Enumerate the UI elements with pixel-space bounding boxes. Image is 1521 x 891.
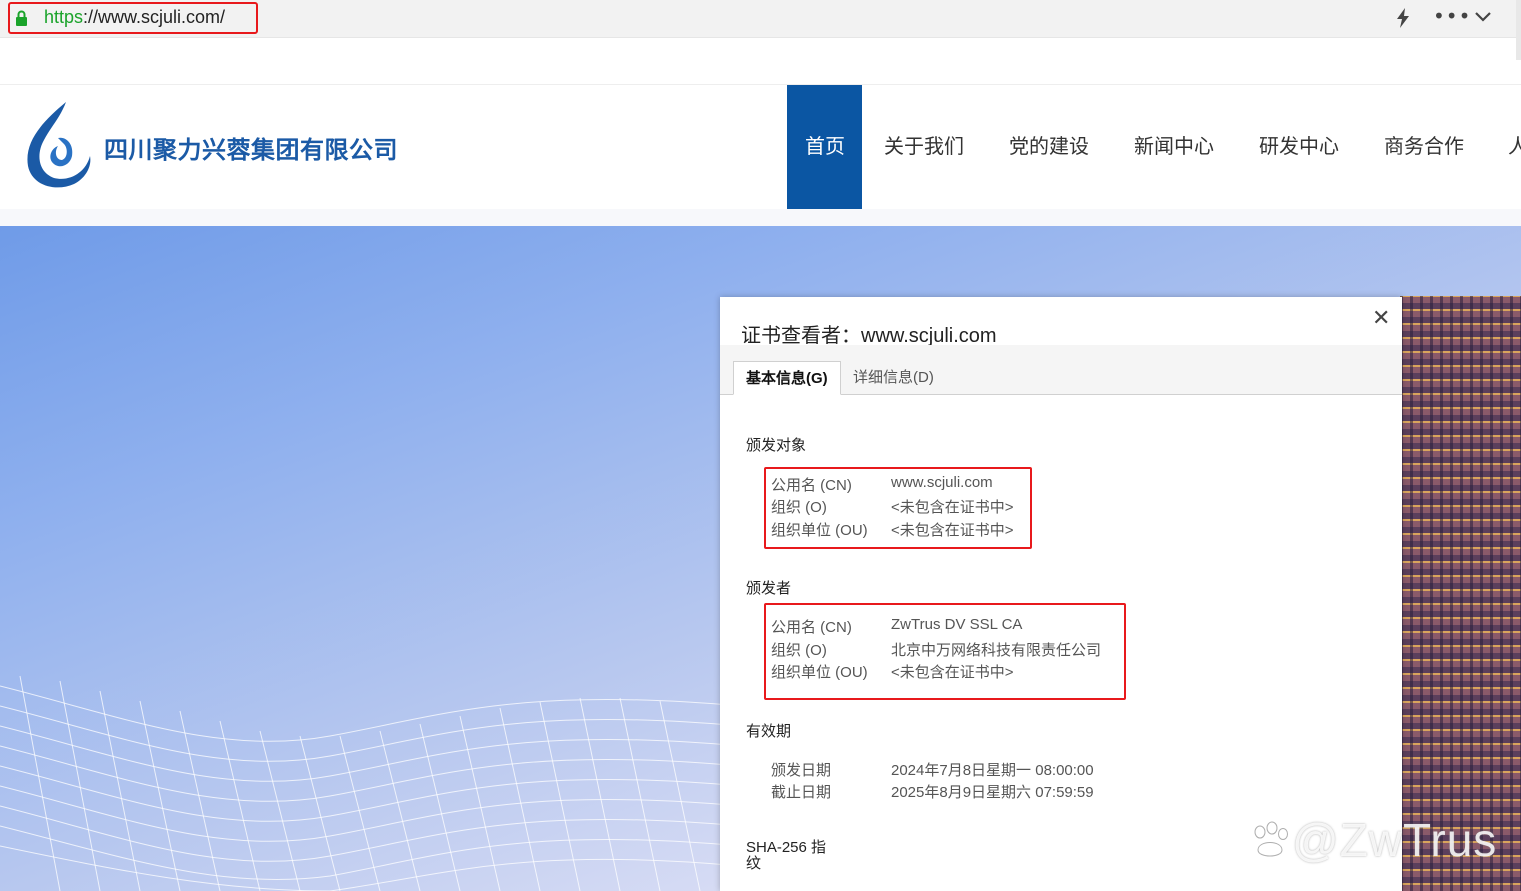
paw-icon xyxy=(1254,821,1288,857)
issued-by-o-value: 北京中万网络科技有限责任公司 xyxy=(891,642,1102,659)
nav-item-news[interactable]: 新闻中心 xyxy=(1112,85,1237,210)
site-header: 四川聚力兴蓉集团有限公司 首页 关于我们 党的建设 新闻中心 研发中心 商务合作… xyxy=(0,84,1521,210)
validity-heading: 有效期 xyxy=(746,723,792,740)
close-icon[interactable]: ✕ xyxy=(1372,305,1390,331)
main-nav: 首页 关于我们 党的建设 新闻中心 研发中心 商务合作 人 xyxy=(787,85,1521,210)
url-host: ://www.scjuli.com/ xyxy=(83,7,226,27)
issued-by-ou-value: <未包含在证书中> xyxy=(891,664,1014,681)
issued-to-cn-label: 公用名 (CN) xyxy=(771,477,852,494)
mesh-wave-graphic xyxy=(0,675,740,891)
nav-item-about[interactable]: 关于我们 xyxy=(862,85,987,210)
issued-to-ou-value: <未包含在证书中> xyxy=(891,522,1014,539)
issued-to-heading: 颁发对象 xyxy=(746,437,807,454)
nav-item-partial[interactable]: 人 xyxy=(1487,85,1521,210)
issued-by-ou-label: 组织单位 (OU) xyxy=(771,664,868,681)
expiry-date-value: 2025年8月9日星期六 07:59:59 xyxy=(891,784,1094,801)
nav-item-rnd[interactable]: 研发中心 xyxy=(1237,85,1362,210)
company-logo-icon[interactable] xyxy=(22,100,94,192)
issue-date-label: 颁发日期 xyxy=(771,762,832,779)
nav-item-party[interactable]: 党的建设 xyxy=(987,85,1112,210)
issued-to-cn-value: www.scjuli.com xyxy=(891,474,993,491)
fingerprint-heading-line2: 纹 xyxy=(746,855,762,872)
company-name[interactable]: 四川聚力兴蓉集团有限公司 xyxy=(104,130,398,165)
nav-item-business[interactable]: 商务合作 xyxy=(1362,85,1487,210)
window-edge xyxy=(1516,0,1521,60)
watermark-text: @ZwTrus xyxy=(1292,814,1498,866)
tab-basic-info[interactable]: 基本信息(G) xyxy=(733,361,841,395)
issued-to-o-label: 组织 (O) xyxy=(771,499,827,516)
issued-by-o-label: 组织 (O) xyxy=(771,642,827,659)
chevron-down-icon[interactable] xyxy=(1474,6,1492,31)
issued-by-heading: 颁发者 xyxy=(746,580,792,597)
url-text[interactable]: https://www.scjuli.com/ xyxy=(44,7,225,28)
issued-to-o-value: <未包含在证书中> xyxy=(891,499,1014,516)
dialog-title: 证书查看者：www.scjuli.com xyxy=(741,325,997,347)
issued-by-cn-value: ZwTrus DV SSL CA xyxy=(891,616,1023,633)
fingerprint-heading-line1: SHA-256 指 xyxy=(746,839,827,856)
lightning-icon[interactable] xyxy=(1395,8,1411,33)
header-divider xyxy=(0,209,1521,226)
issue-date-value: 2024年7月8日星期一 08:00:00 xyxy=(891,762,1094,779)
lock-icon xyxy=(16,10,27,26)
more-icon[interactable]: ••• xyxy=(1433,4,1471,28)
nav-item-home[interactable]: 首页 xyxy=(787,85,862,210)
city-building-photo xyxy=(1400,296,1521,891)
issued-to-ou-label: 组织单位 (OU) xyxy=(771,522,868,539)
fingerprint-heading: SHA-256 指 纹 xyxy=(746,840,826,872)
url-scheme: https xyxy=(44,7,84,27)
address-bar[interactable]: https://www.scjuli.com/ ••• xyxy=(0,0,1516,38)
tab-details[interactable]: 详细信息(D) xyxy=(841,361,946,395)
issued-by-cn-label: 公用名 (CN) xyxy=(771,619,852,636)
dialog-tabbar: 基本信息(G) 详细信息(D) xyxy=(720,345,1402,395)
certificate-viewer-dialog: 证书查看者：www.scjuli.com ✕ 基本信息(G) 详细信息(D) 颁… xyxy=(720,297,1402,891)
expiry-date-label: 截止日期 xyxy=(771,784,832,801)
